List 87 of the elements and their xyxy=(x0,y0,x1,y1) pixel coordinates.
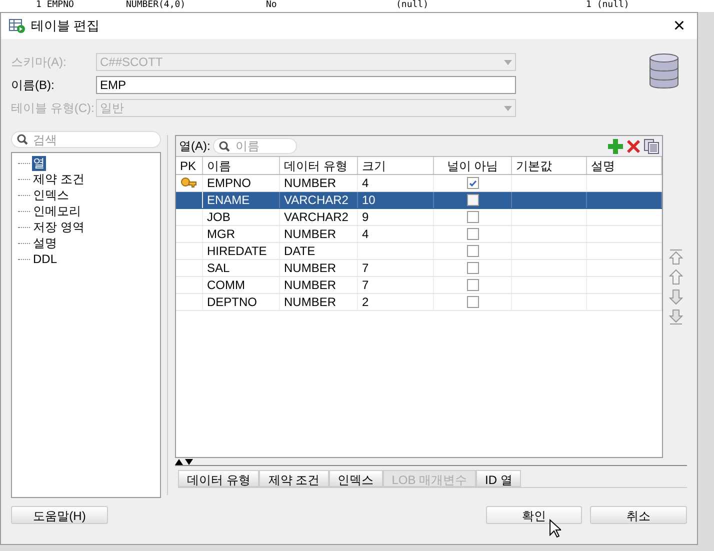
add-icon[interactable] xyxy=(608,138,623,154)
table-cell-text: VARCHAR2 xyxy=(284,192,348,209)
background-table-cell-text: NUMBER(4,0) xyxy=(125,0,187,11)
window-title: 테이블 편집 xyxy=(31,17,100,36)
table-cell-text: DEPTNO xyxy=(207,294,258,311)
help-button[interactable]: 도움말(H) xyxy=(11,506,108,524)
table-icon xyxy=(9,19,25,33)
table-cell-text: 7 xyxy=(362,277,369,294)
tab[interactable]: ID 열 xyxy=(476,470,522,487)
table-cell-text: 10 xyxy=(362,192,376,209)
checkbox[interactable] xyxy=(466,279,478,291)
table-cell-text: 4 xyxy=(362,175,369,192)
tree-item[interactable]: 열 xyxy=(32,156,46,170)
mouse-cursor-icon xyxy=(549,519,561,538)
table-cell-text: NUMBER xyxy=(284,277,336,294)
move-bottom-icon[interactable] xyxy=(669,309,683,325)
table-cell-text: 9 xyxy=(362,209,369,226)
tree-item[interactable]: 제약 조건 xyxy=(32,172,86,186)
table-row[interactable]: DEPTNO NUMBER 2 xyxy=(176,294,662,311)
search-icon xyxy=(17,134,28,145)
tab[interactable]: 인덱스 xyxy=(328,470,383,487)
table-cell-text: NUMBER xyxy=(284,226,336,243)
table-cell-text: 2 xyxy=(362,294,369,311)
column-header[interactable]: 기본값 xyxy=(512,157,587,174)
input-field[interactable]: EMP xyxy=(96,76,516,94)
search-icon xyxy=(219,140,230,152)
table-cell-text: MGR xyxy=(207,226,235,243)
column-header[interactable]: 데이터 유형 xyxy=(280,157,358,174)
field-label: 테이블 유형(C): xyxy=(11,100,96,117)
table-cell-text: VARCHAR2 xyxy=(284,209,348,226)
background-table-cell-text: 1 (null) xyxy=(585,0,630,11)
table-cell-text: JOB xyxy=(207,209,230,226)
table-row[interactable]: HIREDATE DATE xyxy=(176,243,662,260)
background-table-cell-text: 1 EMPNO xyxy=(35,0,75,11)
tree-item[interactable]: DDL xyxy=(32,252,58,266)
background-table-cell-text: (null) xyxy=(395,0,430,11)
checkbox[interactable] xyxy=(466,296,478,308)
checkbox[interactable] xyxy=(466,245,478,257)
background-table-cell-text: No xyxy=(265,0,278,11)
cancel-button[interactable]: 취소 xyxy=(590,506,687,524)
table-row[interactable]: MGR NUMBER 4 xyxy=(176,226,662,243)
table-cell-text: DATE xyxy=(284,243,316,260)
ok-button[interactable]: 확인 xyxy=(486,506,582,524)
table-row[interactable]: ENAME VARCHAR2 10 xyxy=(176,192,662,209)
field-label: 스키마(A): xyxy=(11,54,68,71)
field-label: 이름(B): xyxy=(11,77,56,94)
table-cell-text: 7 xyxy=(362,260,369,277)
move-top-icon[interactable] xyxy=(669,249,683,265)
move-down-icon[interactable] xyxy=(669,289,683,305)
column-header[interactable]: PK xyxy=(176,157,203,174)
move-up-icon[interactable] xyxy=(669,269,683,285)
table-cell-text: 4 xyxy=(362,226,369,243)
table-cell-text: NUMBER xyxy=(284,260,336,277)
database-icon xyxy=(649,53,679,89)
tab[interactable]: 제약 조건 xyxy=(259,470,329,487)
table-row[interactable]: COMM NUMBER 7 xyxy=(176,277,662,294)
table-cell-text: COMM xyxy=(207,277,245,294)
column-header[interactable]: 크기 xyxy=(358,157,434,174)
copy-icon[interactable] xyxy=(644,138,659,154)
table-cell-text: ENAME xyxy=(207,192,250,209)
tree-item[interactable]: 인메모리 xyxy=(32,204,82,218)
caret-icon xyxy=(504,60,512,64)
tree-item[interactable]: 인덱스 xyxy=(32,188,70,202)
tree-item[interactable]: 저장 영역 xyxy=(32,220,86,234)
table-cell-text: NUMBER xyxy=(284,294,336,311)
table-cell-text: SAL xyxy=(207,260,230,277)
column-header[interactable]: 널이 아님 xyxy=(434,157,512,174)
caret-icon xyxy=(504,106,512,110)
delete-icon[interactable] xyxy=(626,138,641,154)
close-button[interactable]: × xyxy=(669,16,689,36)
checkbox[interactable] xyxy=(466,177,478,189)
checkbox[interactable] xyxy=(466,228,478,240)
table-row[interactable]: EMPNO NUMBER 4 xyxy=(176,175,662,192)
table-row[interactable]: JOB VARCHAR2 9 xyxy=(176,209,662,226)
splitter-arrows-icon xyxy=(175,459,193,465)
table-cell-text: HIREDATE xyxy=(207,243,267,260)
table-cell-text: NUMBER xyxy=(284,175,336,192)
table-cell-text: EMPNO xyxy=(207,175,252,192)
column-header[interactable]: 이름 xyxy=(203,157,280,174)
checkbox[interactable] xyxy=(466,262,478,274)
table-row[interactable]: SAL NUMBER 7 xyxy=(176,260,662,277)
checkbox[interactable] xyxy=(466,211,478,223)
checkbox[interactable] xyxy=(466,194,478,206)
tree-item[interactable]: 설명 xyxy=(32,236,58,250)
column-header[interactable]: 설명 xyxy=(587,157,662,174)
tab[interactable]: 데이터 유형 xyxy=(178,470,260,487)
filter-label: 열(A): xyxy=(179,138,210,155)
